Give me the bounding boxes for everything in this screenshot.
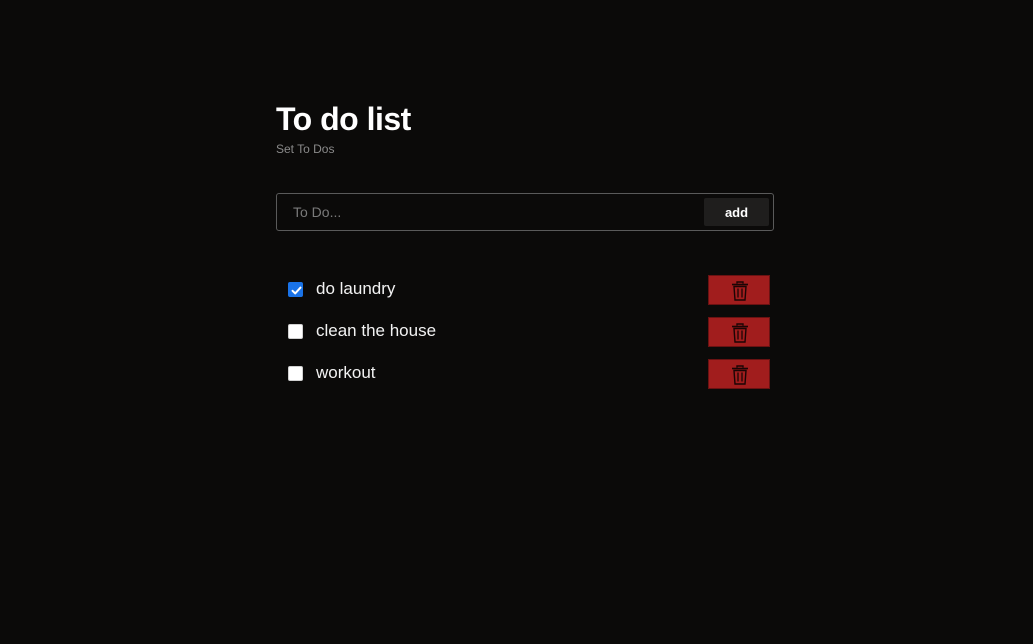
todo-item: clean the house	[276, 317, 774, 359]
trash-icon	[732, 323, 748, 343]
todo-input[interactable]	[277, 194, 697, 230]
delete-button[interactable]	[708, 359, 770, 389]
todo-app: To do list Set To Dos add do laundry	[0, 0, 1033, 644]
todo-item: workout	[276, 359, 774, 401]
page-subtitle: Set To Dos	[276, 142, 335, 156]
todo-text: workout	[316, 363, 376, 382]
delete-button[interactable]	[708, 317, 770, 347]
todo-container: To do list Set To Dos add do laundry	[276, 100, 774, 401]
todo-checkbox[interactable]	[288, 324, 303, 339]
todo-item: do laundry	[276, 275, 774, 317]
add-todo-form: add	[276, 193, 774, 231]
trash-icon	[732, 365, 748, 385]
page-title: To do list	[276, 101, 411, 137]
todo-checkbox[interactable]	[288, 366, 303, 381]
todo-text: clean the house	[316, 321, 437, 340]
todo-list: do laundry clean the house workout	[276, 275, 774, 401]
todo-checkbox[interactable]	[288, 282, 303, 297]
todo-text: do laundry	[316, 279, 396, 298]
check-icon	[291, 286, 302, 295]
delete-button[interactable]	[708, 275, 770, 305]
trash-icon	[732, 281, 748, 301]
add-button[interactable]: add	[704, 198, 769, 226]
